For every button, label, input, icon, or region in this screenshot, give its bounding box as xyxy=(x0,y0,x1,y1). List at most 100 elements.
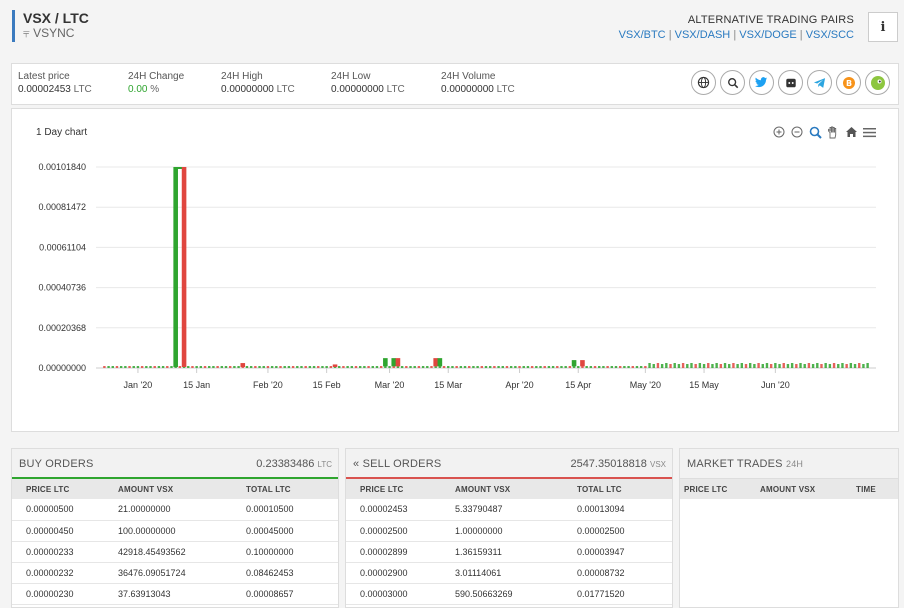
pan-icon[interactable] xyxy=(826,125,840,139)
candle xyxy=(866,363,869,368)
candle xyxy=(715,363,718,368)
table-row[interactable]: 0.00002899 1.36159311 0.00003947 xyxy=(346,541,672,563)
bitcointalk-icon[interactable]: B xyxy=(836,70,861,95)
candle xyxy=(711,364,714,368)
candle xyxy=(451,366,454,368)
candle xyxy=(476,366,479,368)
candle xyxy=(317,366,320,368)
candle xyxy=(598,366,601,368)
table-row[interactable]: 0.00000500 21.00000000 0.00010500 xyxy=(12,499,338,521)
candle xyxy=(732,363,735,368)
candle xyxy=(228,366,232,368)
candle xyxy=(493,366,496,368)
search-icon[interactable] xyxy=(720,70,745,95)
candle xyxy=(556,366,559,368)
candle xyxy=(837,364,840,368)
table-row[interactable]: 0.00003000 590.50663269 0.01771520 xyxy=(346,583,672,605)
candle xyxy=(187,366,190,368)
candle xyxy=(437,358,443,367)
candle xyxy=(677,364,681,368)
candle xyxy=(208,366,211,368)
y-tick-label: 0.00101840 xyxy=(38,162,86,172)
candle xyxy=(463,366,467,368)
candle xyxy=(119,366,123,368)
candle xyxy=(585,366,588,368)
candle xyxy=(300,366,303,368)
candle xyxy=(417,366,421,368)
zoom-select-icon[interactable] xyxy=(808,125,822,139)
menu-icon[interactable] xyxy=(862,125,876,139)
candle xyxy=(442,366,446,368)
market-trades-title: MARKET TRADES 24H xyxy=(687,458,804,470)
coingecko-icon[interactable] xyxy=(865,70,890,95)
candle xyxy=(249,366,253,368)
table-row[interactable]: 0.00000232 36476.09051724 0.08462453 xyxy=(12,562,338,584)
candle xyxy=(124,366,127,368)
price-chart-panel: 0.00000000 0.00020368 0.00040736 0.00061104… xyxy=(11,108,899,432)
globe-icon[interactable] xyxy=(691,70,716,95)
candle xyxy=(254,366,257,368)
y-tick-label: 0.00020368 xyxy=(38,323,86,333)
x-tick-label: 15 Jan xyxy=(183,380,210,390)
table-row[interactable]: 0.00002500 1.00000000 0.00002500 xyxy=(346,520,672,542)
x-tick-label: 15 May xyxy=(689,380,719,390)
candle xyxy=(199,366,203,368)
pair-link-vsx-doge[interactable]: VSX/DOGE xyxy=(739,29,796,41)
home-icon[interactable] xyxy=(844,125,858,139)
zoom-in-icon[interactable] xyxy=(772,125,786,139)
candle xyxy=(140,366,144,368)
pair-link-vsx-btc[interactable]: VSX/BTC xyxy=(619,29,666,41)
pair-link-vsx-scc[interactable]: VSX/SCC xyxy=(806,29,854,41)
candle xyxy=(354,366,358,368)
pair-link-vsx-dash[interactable]: VSX/DASH xyxy=(675,29,731,41)
candle xyxy=(623,366,626,368)
page-header: VSX / LTC ⫧ VSYNC ALTERNATIVE TRADING PA… xyxy=(0,0,904,60)
candle xyxy=(157,366,161,368)
candle xyxy=(828,364,832,368)
telegram-icon[interactable] xyxy=(807,70,832,95)
price-chart[interactable]: 0.00000000 0.00020368 0.00040736 0.00061104… xyxy=(12,109,900,433)
x-tick-label: Jan '20 xyxy=(124,380,153,390)
market-trades-panel: MARKET TRADES 24H PRICE LTC AMOUNT VSX T… xyxy=(679,448,899,608)
sell-orders-total: 2547.35018818 VSX xyxy=(570,458,666,470)
candle xyxy=(115,366,119,368)
candle xyxy=(740,363,744,368)
market-stats-bar: Latest price 0.00002453 LTC 24H Change 0… xyxy=(11,63,899,105)
candle xyxy=(728,364,731,368)
candle xyxy=(459,366,463,368)
info-button[interactable]: i xyxy=(868,12,898,42)
candle xyxy=(736,364,739,368)
candle xyxy=(610,366,614,368)
candle xyxy=(245,366,249,368)
table-row[interactable]: 0.00000450 100.00000000 0.00045000 xyxy=(12,520,338,542)
sell-orders-table: PRICE LTC AMOUNT VSX TOTAL LTC 0.0000245… xyxy=(346,479,672,605)
discord-icon[interactable] xyxy=(778,70,803,95)
candle xyxy=(769,364,773,368)
candle xyxy=(514,366,517,368)
candle xyxy=(262,366,265,368)
candle xyxy=(811,364,815,368)
x-tick-label: 15 Feb xyxy=(313,380,341,390)
candle xyxy=(304,366,307,368)
table-row[interactable]: 0.00002453 5.33790487 0.00013094 xyxy=(346,499,672,521)
stat-latest-price: Latest price 0.00002453 LTC xyxy=(18,71,92,95)
candle xyxy=(627,366,630,368)
candle xyxy=(694,364,697,368)
candle xyxy=(790,363,794,368)
candle xyxy=(786,364,790,368)
table-row[interactable]: 0.00000233 42918.45493562 0.10000000 xyxy=(12,541,338,563)
candle xyxy=(602,366,605,368)
pair-heading: VSX / LTC ⫧ VSYNC xyxy=(12,10,89,42)
candle xyxy=(346,366,349,368)
chart-title: 1 Day chart xyxy=(36,127,88,138)
zoom-out-icon[interactable] xyxy=(790,125,804,139)
candle xyxy=(145,366,148,368)
candle xyxy=(149,366,152,368)
candle xyxy=(547,366,551,368)
candle xyxy=(103,366,106,368)
social-links: B xyxy=(691,70,890,95)
table-row[interactable]: 0.00000230 37.63913043 0.00008657 xyxy=(12,583,338,605)
candle xyxy=(178,366,182,368)
table-row[interactable]: 0.00002900 3.01114061 0.00008732 xyxy=(346,562,672,584)
twitter-icon[interactable] xyxy=(749,70,774,95)
